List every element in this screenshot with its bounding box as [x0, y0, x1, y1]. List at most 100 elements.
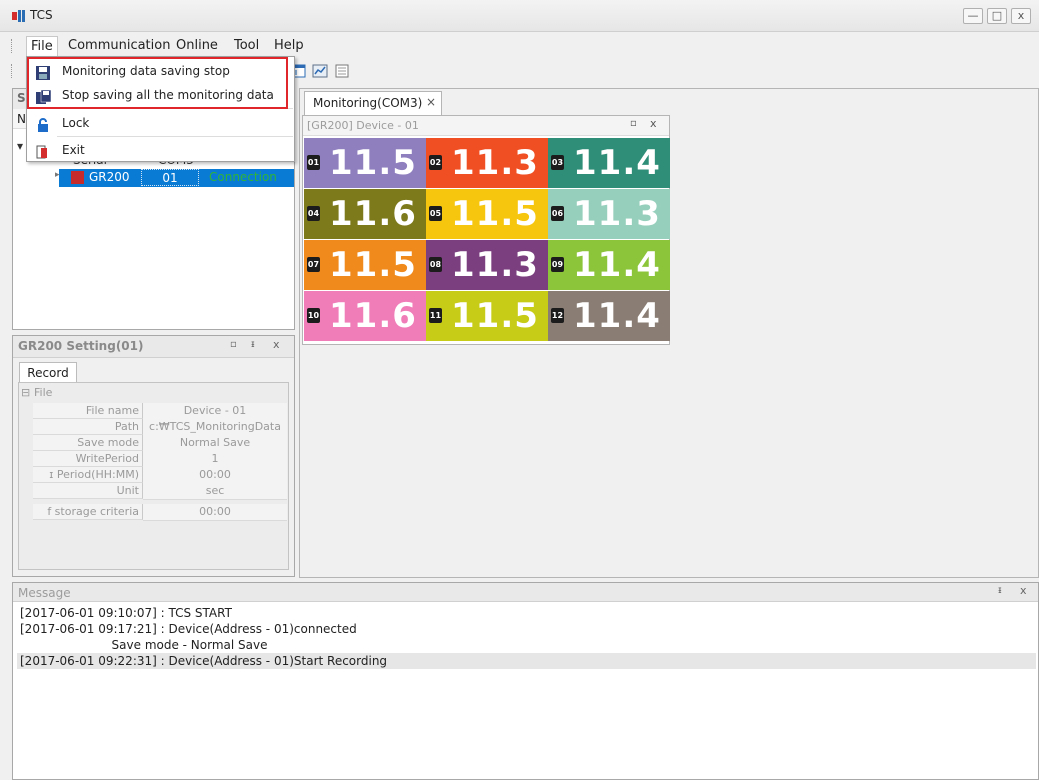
lock-icon	[36, 116, 50, 132]
channel-value: 11.5	[329, 143, 417, 183]
settings-panel: GR200 Setting(01) ▫ ᵻ x Record ⊟ File Fi…	[12, 335, 295, 577]
property-value[interactable]: 00:00	[143, 467, 287, 484]
close-button[interactable]: x	[1011, 8, 1031, 24]
property-row[interactable]: Save mode Normal Save	[33, 435, 287, 452]
channel-number-badge: 05	[429, 206, 442, 221]
menu-separator	[57, 136, 293, 137]
device-icon	[71, 171, 84, 184]
channel-tile[interactable]: 01 11.5	[304, 138, 426, 188]
channel-value: 11.3	[451, 245, 539, 285]
device-monitor-title: [GR200] Device - 01	[307, 119, 419, 132]
channel-number-badge: 10	[307, 308, 320, 323]
channel-tile[interactable]: 02 11.3	[426, 138, 548, 188]
channel-value: 11.4	[573, 143, 661, 183]
property-key: WritePeriod	[33, 451, 143, 467]
menu-item-lock[interactable]: Lock	[27, 111, 294, 135]
tree-device-address: 01	[141, 169, 199, 186]
title-bar: TCS — □ x	[0, 0, 1039, 32]
tree-row-expand-icon[interactable]: ▸	[55, 170, 60, 180]
tab-close-icon[interactable]: ×	[426, 95, 436, 109]
property-key: Save mode	[33, 435, 143, 451]
menu-grip	[11, 39, 13, 53]
monitor-close-icon[interactable]: x	[650, 117, 657, 130]
channel-tile[interactable]: 12 11.4	[548, 291, 670, 341]
menu-communication[interactable]: Communication	[64, 36, 174, 56]
tab-monitoring[interactable]: Monitoring(COM3) ×	[304, 91, 442, 115]
maximize-button[interactable]: □	[987, 8, 1007, 24]
channel-tile[interactable]: 04 11.6	[304, 189, 426, 239]
monitor-restore-icon[interactable]: ▫	[630, 118, 637, 129]
property-row[interactable]: WritePeriod 1	[33, 451, 287, 468]
tree-device-row[interactable]: ▸ GR200 01 Connection	[55, 169, 294, 187]
tree-expander-icon[interactable]: ▾	[17, 137, 23, 155]
exit-icon	[36, 143, 50, 159]
menu-item-stop-saving-all[interactable]: Stop saving all the monitoring data	[27, 83, 294, 107]
channel-tile[interactable]: 11 11.5	[426, 291, 548, 341]
tree-device-name: GR200	[89, 170, 130, 184]
menu-item-label: Lock	[62, 116, 90, 130]
channel-tile[interactable]: 06 11.3	[548, 189, 670, 239]
channel-number-badge: 04	[307, 206, 320, 221]
message-pin-icon[interactable]: ᵻ	[998, 585, 1002, 596]
property-value[interactable]: 00:00	[143, 504, 287, 521]
property-value[interactable]: Device - 01	[143, 403, 287, 420]
channel-value: 11.6	[329, 194, 417, 234]
tree-column-label: N	[17, 112, 26, 126]
property-group-file: File	[34, 386, 53, 399]
property-row[interactable]: ɪ Period(HH:MM) 00:00	[33, 467, 287, 484]
property-value[interactable]: Normal Save	[143, 435, 287, 452]
menu-help[interactable]: Help	[270, 36, 308, 56]
panel-float-icon[interactable]: ▫	[230, 339, 237, 350]
property-row[interactable]: Path c:₩TCS_MonitoringData	[33, 419, 287, 436]
menu-tool[interactable]: Tool	[230, 36, 263, 56]
file-dropdown-menu: Monitoring data saving stop Stop saving …	[26, 56, 295, 162]
message-line: [2017-06-01 09:10:07] : TCS START	[20, 606, 232, 620]
menu-online[interactable]: Online	[172, 36, 222, 56]
menu-item-exit[interactable]: Exit	[27, 138, 294, 162]
channel-value: 11.6	[329, 296, 417, 336]
channel-value: 11.5	[451, 194, 539, 234]
channel-value: 11.4	[573, 245, 661, 285]
tab-record[interactable]: Record	[19, 362, 77, 382]
property-row[interactable]: File name Device - 01	[33, 403, 287, 420]
menu-file[interactable]: File	[26, 36, 58, 57]
channel-tile[interactable]: 09 11.4	[548, 240, 670, 290]
menu-item-label: Exit	[62, 143, 85, 157]
tree-panel-title: S	[17, 91, 26, 105]
toolbar-grip	[11, 64, 13, 78]
settings-panel-title: GR200 Setting(01)	[18, 339, 144, 353]
channel-tile[interactable]: 10 11.6	[304, 291, 426, 341]
property-value[interactable]: 1	[143, 451, 287, 468]
channel-tile[interactable]: 05 11.5	[426, 189, 548, 239]
device-monitor-window: [GR200] Device - 01 ▫ x 01 11.5 02 11.3 03 11…	[302, 115, 670, 345]
channel-value: 11.5	[329, 245, 417, 285]
channel-tile[interactable]: 03 11.4	[548, 138, 670, 188]
message-line: Save mode - Normal Save	[20, 638, 268, 652]
channel-number-badge: 03	[551, 155, 564, 170]
panel-close-icon[interactable]: x	[273, 338, 280, 351]
property-value[interactable]: sec	[143, 483, 287, 500]
panel-pin-icon[interactable]: ᵻ	[251, 339, 255, 350]
message-line: [2017-06-01 09:17:21] : Device(Address -…	[20, 622, 357, 636]
list-view-icon[interactable]	[334, 63, 350, 79]
menu-item-monitoring-saving-stop[interactable]: Monitoring data saving stop	[27, 59, 294, 83]
channel-value: 11.3	[573, 194, 661, 234]
property-row[interactable]: f storage criteria 00:00	[33, 504, 287, 521]
minimize-button[interactable]: —	[963, 8, 983, 24]
save-all-icon	[36, 88, 52, 104]
channel-number-badge: 01	[307, 155, 320, 170]
tree-device-status: Connection	[209, 170, 277, 184]
property-value[interactable]: c:₩TCS_MonitoringData	[143, 419, 287, 436]
menu-separator	[57, 108, 293, 109]
chart-view-icon[interactable]	[312, 63, 328, 79]
message-close-icon[interactable]: x	[1020, 584, 1027, 597]
channel-value: 11.3	[451, 143, 539, 183]
channel-tile-grid: 01 11.5 02 11.3 03 11.4 04 11.6 05 11.5 06 11.3 07 11…	[304, 138, 670, 342]
channel-tile[interactable]: 08 11.3	[426, 240, 548, 290]
channel-value: 11.5	[451, 296, 539, 336]
app-logo-icon	[12, 9, 26, 23]
group-collapse-icon[interactable]: ⊟	[21, 386, 30, 399]
property-row[interactable]: Unit sec	[33, 483, 287, 500]
channel-number-badge: 12	[551, 308, 564, 323]
channel-tile[interactable]: 07 11.5	[304, 240, 426, 290]
